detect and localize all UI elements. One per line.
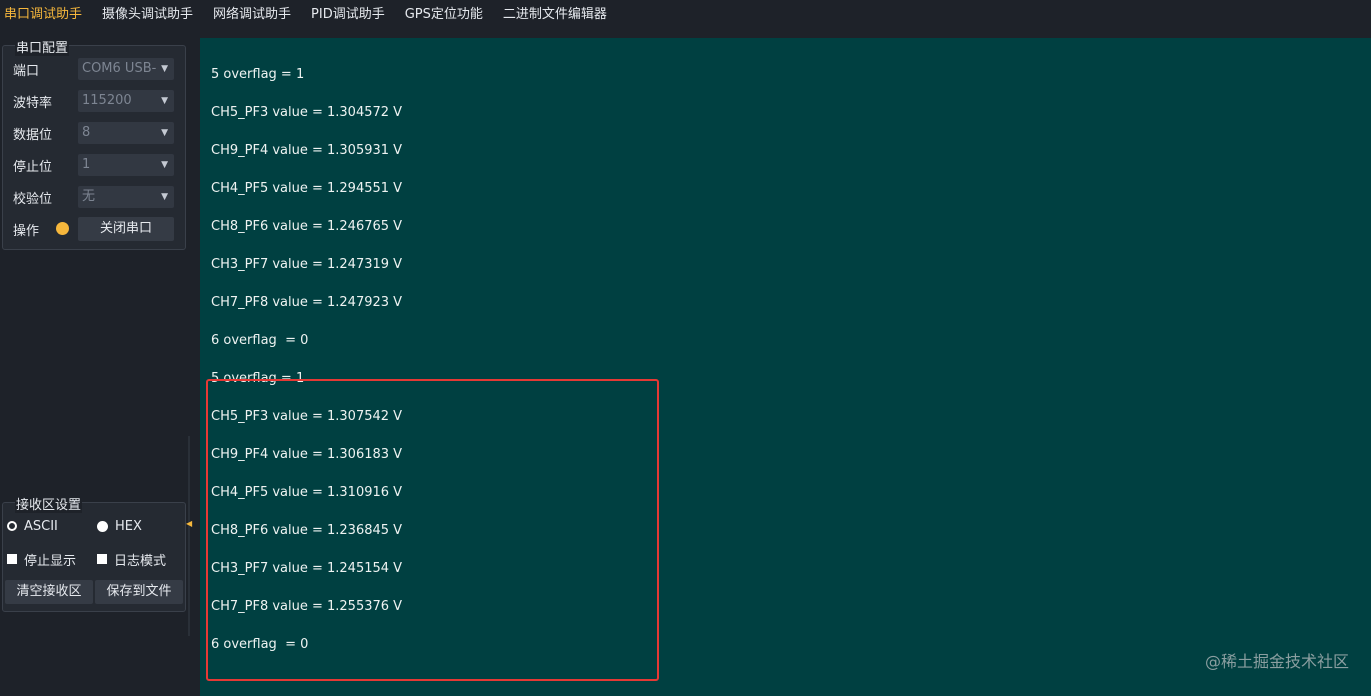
- radio-unselected-icon: [97, 520, 108, 532]
- receive-settings-title: 接收区设置: [15, 494, 83, 513]
- serial-config-title: 串口配置: [15, 37, 70, 56]
- databits-value: 8: [82, 125, 91, 140]
- parity-select[interactable]: 无 ▼: [78, 186, 174, 208]
- chevron-down-icon: ▼: [159, 154, 168, 176]
- receive-line: 5 overflag = 1: [211, 67, 305, 82]
- stop-display-label: 停止显示: [24, 553, 77, 569]
- chevron-down-icon: ▼: [159, 58, 168, 80]
- baud-row: 波特率: [13, 89, 52, 113]
- chevron-down-icon: ▼: [159, 186, 168, 208]
- tab-binary-editor[interactable]: 二进制文件编辑器: [493, 0, 617, 30]
- collapse-arrow-icon[interactable]: ◀: [186, 519, 192, 528]
- databits-row: 数据位: [13, 121, 52, 145]
- log-mode-label: 日志模式: [114, 553, 167, 569]
- clear-receive-button[interactable]: 清空接收区: [5, 580, 93, 604]
- menu-bar: 串口调试助手 摄像头调试助手 网络调试助手 PID调试助手 GPS定位功能 二进…: [0, 0, 1371, 30]
- chevron-down-icon: ▼: [159, 122, 168, 144]
- baud-label: 波特率: [13, 95, 53, 111]
- ascii-radio[interactable]: ASCII: [7, 514, 58, 538]
- tab-pid-assistant[interactable]: PID调试助手: [301, 0, 395, 30]
- parity-row: 校验位: [13, 185, 52, 209]
- log-mode-checkbox[interactable]: 日志模式: [97, 547, 166, 571]
- serial-config-group: 串口配置 端口 COM6 USB- ▼ 波特率 115200 ▼ 数据位 8 ▼…: [2, 37, 186, 250]
- chevron-down-icon: ▼: [159, 90, 168, 112]
- checkbox-icon: [7, 554, 17, 564]
- tab-gps-function[interactable]: GPS定位功能: [395, 0, 493, 30]
- receive-line: CH3_PF7 value = 1.247319 V: [211, 257, 403, 272]
- tab-camera-assistant[interactable]: 摄像头调试助手: [92, 0, 203, 30]
- parity-value: 无: [82, 189, 96, 204]
- port-value: COM6 USB-: [82, 61, 157, 76]
- checkbox-icon: [97, 554, 107, 564]
- baud-select[interactable]: 115200 ▼: [78, 90, 174, 112]
- hex-label: HEX: [115, 518, 142, 534]
- receive-settings-group: 接收区设置 ASCII HEX 停止显示 日志模式 清空接收区 保存到文件: [2, 494, 186, 612]
- receive-line: CH5_PF3 value = 1.304572 V: [211, 105, 403, 120]
- receive-line: 6 overflag = 0: [211, 333, 309, 348]
- tab-network-assistant[interactable]: 网络调试助手: [203, 0, 301, 30]
- panel-splitter[interactable]: [188, 436, 190, 636]
- highlight-box: [206, 379, 659, 681]
- hex-radio[interactable]: HEX: [97, 514, 142, 538]
- radio-selected-icon: [7, 521, 17, 531]
- baud-value: 115200: [82, 93, 132, 108]
- stopbits-value: 1: [82, 157, 91, 172]
- watermark: @稀土掘金技术社区: [1204, 652, 1349, 671]
- receive-line: CH8_PF6 value = 1.246765 V: [211, 219, 403, 234]
- databits-select[interactable]: 8 ▼: [78, 122, 174, 144]
- receive-line: CH7_PF8 value = 1.247923 V: [211, 295, 403, 310]
- port-label: 端口: [13, 63, 40, 79]
- receive-line: CH9_PF4 value = 1.305931 V: [211, 143, 403, 158]
- port-select[interactable]: COM6 USB- ▼: [78, 58, 174, 80]
- save-to-file-button[interactable]: 保存到文件: [95, 580, 183, 604]
- stopbits-row: 停止位: [13, 153, 52, 177]
- ascii-label: ASCII: [24, 518, 58, 534]
- status-indicator-icon: [56, 222, 69, 235]
- port-row: 端口: [13, 57, 39, 81]
- stopbits-label: 停止位: [13, 159, 53, 175]
- tab-serial-assistant[interactable]: 串口调试助手: [0, 0, 92, 30]
- databits-label: 数据位: [13, 127, 53, 143]
- operation-label: 操作: [13, 223, 40, 239]
- stop-display-checkbox[interactable]: 停止显示: [7, 547, 76, 571]
- operation-row: 操作: [13, 217, 39, 241]
- receive-lines: 5 overflag = 1 CH5_PF3 value = 1.304572 …: [206, 56, 1351, 681]
- parity-label: 校验位: [13, 191, 53, 207]
- close-port-button[interactable]: 关闭串口: [78, 217, 174, 241]
- stopbits-select[interactable]: 1 ▼: [78, 154, 174, 176]
- receive-line: CH4_PF5 value = 1.294551 V: [211, 181, 403, 196]
- receive-area[interactable]: 5 overflag = 1 CH5_PF3 value = 1.304572 …: [200, 38, 1371, 696]
